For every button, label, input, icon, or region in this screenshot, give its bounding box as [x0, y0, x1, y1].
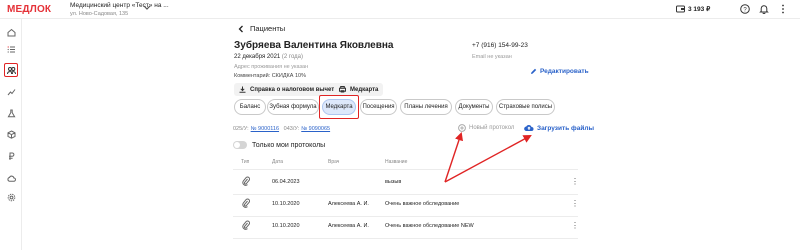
box-icon: [7, 129, 15, 139]
row-title: Очень важное обследование NEW: [385, 223, 474, 229]
row-menu-icon[interactable]: ⋮: [571, 221, 579, 230]
plus-circle-icon: [458, 124, 466, 132]
form-025-link[interactable]: № 9000116: [251, 126, 279, 132]
annotation-highlight: [319, 95, 359, 119]
dob-value: 22 декабря 2021: [234, 54, 281, 60]
my-protocols-label: Только мои протоколы: [252, 141, 326, 149]
col-date: Дата: [272, 159, 284, 165]
sidebar-item-patients[interactable]: [4, 63, 18, 77]
patient-address: Адрес проживания не указан: [234, 64, 309, 70]
paperclip-icon: [242, 176, 250, 186]
clinic-name: Медицинский центр «Тест» на ...: [70, 2, 169, 9]
balance-value: 3 193 ₽: [688, 6, 711, 13]
bell-icon[interactable]: [759, 4, 769, 14]
chevron-down-icon[interactable]: [143, 5, 151, 11]
row-title: вызыв: [385, 179, 402, 185]
row-doctor: Алексеева А. И.: [328, 201, 369, 207]
tab-insurance[interactable]: Страховые полисы: [496, 99, 555, 115]
paperclip-icon: [242, 220, 250, 230]
top-bar: МЕДЛОК Медицинский центр «Тест» на ... у…: [0, 0, 800, 19]
tax-certificate-label: Справка о налоговом вычете: [250, 86, 338, 93]
col-doctor: Врач: [328, 159, 340, 165]
upload-label: Загрузить файлы: [537, 124, 594, 132]
form-025-label: 025/У:: [233, 126, 249, 132]
tab-treatment-plans[interactable]: Планы лечения: [400, 99, 452, 115]
medcard-print-label: Медкарта: [350, 86, 379, 93]
table-row[interactable]: 10.10.2020 Алексеева А. И. Очень важное …: [233, 216, 579, 238]
new-protocol-button[interactable]: Новый протокол: [458, 124, 514, 132]
balance[interactable]: 3 193 ₽: [676, 5, 710, 13]
sidebar-item-settings[interactable]: [4, 190, 18, 204]
sidebar-item-warehouse[interactable]: [4, 127, 18, 141]
list-icon: [7, 45, 15, 53]
cloud-upload-icon: [524, 124, 534, 132]
row-date: 06.04.2023: [272, 179, 300, 185]
form-numbers: 025/У: № 9000116 043/У: № 9090065: [233, 126, 330, 132]
clinic-address: ул. Ново-Садовая, 135: [70, 11, 129, 17]
printer-icon: [339, 86, 346, 93]
patients-icon: [6, 66, 16, 74]
row-date: 10.10.2020: [272, 223, 300, 229]
sidebar-item-lab[interactable]: [4, 106, 18, 120]
patient-name: Зубряева Валентина Яковлевна: [234, 40, 394, 51]
ruble-icon: [8, 152, 14, 160]
row-date: 10.10.2020: [272, 201, 300, 207]
patient-email: Email не указан: [472, 54, 512, 60]
cloud-icon: [6, 175, 16, 182]
my-protocols-toggle[interactable]: [233, 141, 247, 149]
edit-label: Редактировать: [540, 68, 589, 75]
tab-visits[interactable]: Посещения: [360, 99, 397, 115]
gear-icon: [7, 193, 15, 201]
clinic-selector[interactable]: Медицинский центр «Тест» на ... ул. Ново…: [70, 2, 169, 18]
row-doctor: Алексеева А. И.: [328, 223, 369, 229]
home-icon: [7, 28, 15, 36]
col-type: Тип: [241, 159, 250, 165]
tab-dental-formula[interactable]: Зубная формула: [267, 99, 319, 115]
menu-dots-icon[interactable]: [781, 4, 785, 14]
tab-documents[interactable]: Документы: [455, 99, 493, 115]
age-value: (2 года): [281, 54, 304, 60]
help-icon[interactable]: ?: [740, 4, 750, 14]
row-menu-icon[interactable]: ⋮: [571, 177, 579, 186]
form-043-label: 043/У:: [283, 126, 300, 132]
chart-icon: [7, 88, 15, 95]
flask-icon: [7, 109, 15, 117]
table-row[interactable]: 10.10.2020 Алексеева А. И. Очень важное …: [233, 194, 579, 216]
download-icon: [239, 86, 246, 93]
back-label: Пациенты: [250, 24, 286, 33]
my-protocols-toggle-row: Только мои протоколы: [233, 141, 325, 149]
table-divider: [233, 238, 578, 239]
logo[interactable]: МЕДЛОК: [7, 4, 51, 15]
patient-dob: 22 декабря 2021 (2 года): [234, 54, 303, 60]
upload-files-button[interactable]: Загрузить файлы: [524, 124, 594, 132]
table-row[interactable]: 06.04.2023 вызыв ⋮: [233, 172, 579, 194]
wallet-icon: [676, 5, 685, 13]
row-menu-icon[interactable]: ⋮: [571, 199, 579, 208]
table-divider: [233, 169, 578, 170]
chevron-left-icon: [238, 25, 243, 32]
back-link[interactable]: Пациенты: [238, 24, 285, 33]
form-043-link[interactable]: № 9090065: [301, 126, 330, 132]
sidebar-item-list[interactable]: [4, 42, 18, 56]
sidebar-item-finance[interactable]: [4, 149, 18, 163]
sidebar-item-analytics[interactable]: [4, 84, 18, 98]
patient-phone: +7 (916) 154-99-23: [472, 42, 528, 49]
paperclip-icon: [242, 198, 250, 208]
sidebar-item-cloud[interactable]: [4, 171, 18, 185]
tab-balance[interactable]: Баланс: [234, 99, 266, 115]
sidebar-item-home[interactable]: [4, 25, 18, 39]
row-title: Очень важное обследование: [385, 201, 460, 207]
col-title: Название: [385, 159, 408, 165]
new-protocol-label: Новый протокол: [469, 125, 515, 131]
patient-comment: Комментарий: СКИДКА 10%: [234, 73, 306, 79]
sidebar: [0, 19, 22, 250]
pencil-icon: [531, 68, 537, 74]
edit-button[interactable]: Редактировать: [530, 68, 589, 75]
